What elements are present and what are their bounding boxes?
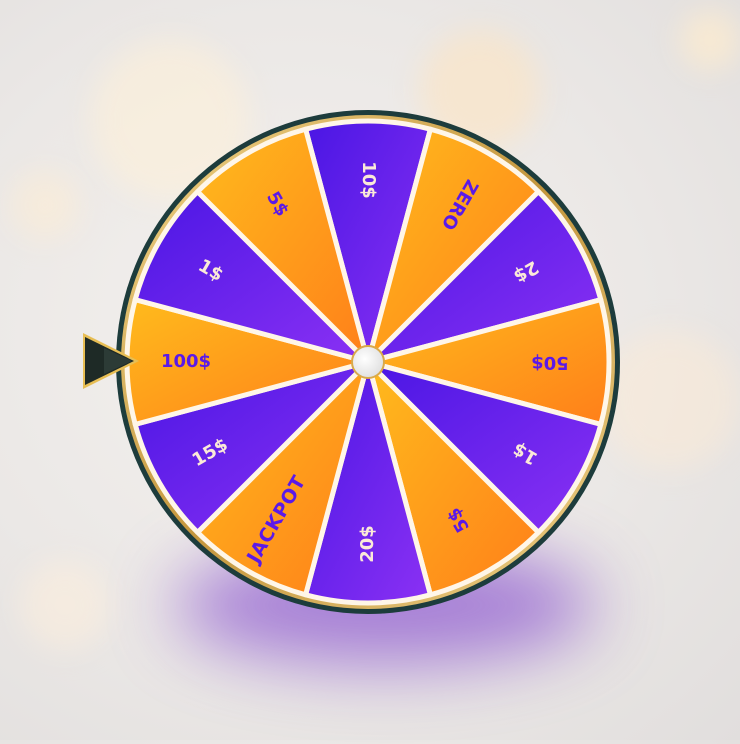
segment-label: 100$ bbox=[161, 351, 211, 372]
segment-label: 10$ bbox=[358, 161, 379, 199]
wheel-canvas[interactable]: 10$ ZERO2$50$1$5$20$JACKPOT15$100$1$5$ bbox=[0, 0, 740, 740]
wheel-hub[interactable] bbox=[351, 345, 385, 379]
segment-label: 50$ bbox=[531, 352, 569, 373]
segment-label: 20$ bbox=[357, 525, 378, 563]
prize-wheel[interactable]: 10$ ZERO 2$ 50$ 1$ 5$ 20$ JACKPOT 15$ 100$ 1$ 5$ bbox=[0, 0, 740, 740]
